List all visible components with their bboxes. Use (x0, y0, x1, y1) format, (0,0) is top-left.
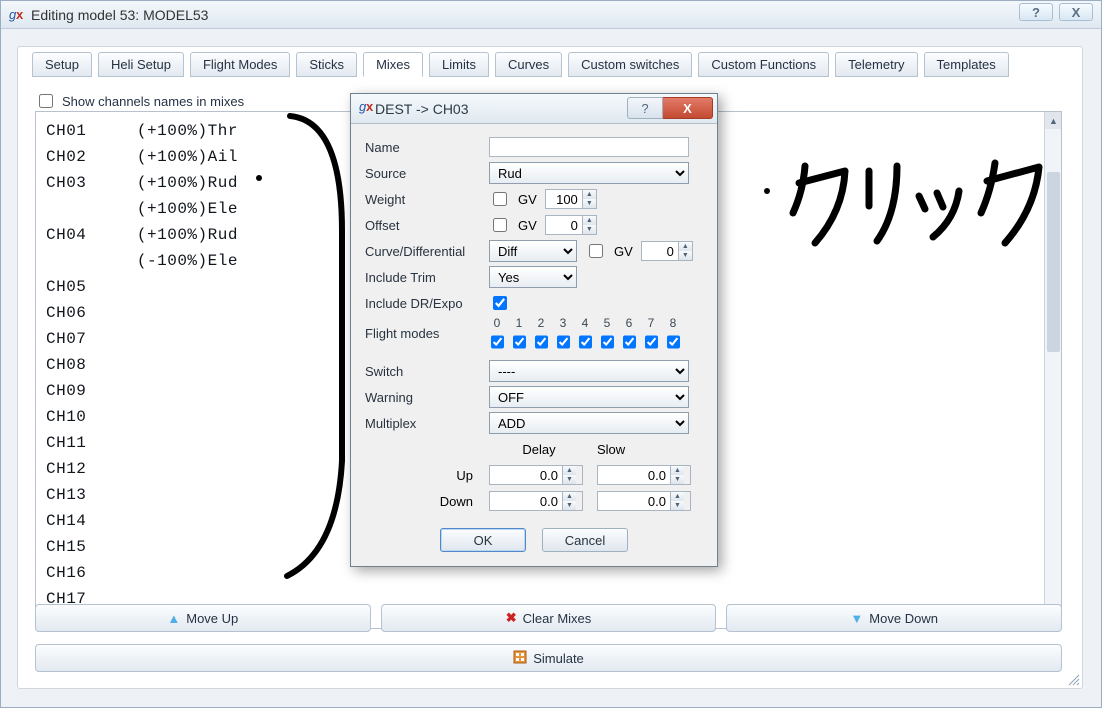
arrow-up-icon: ▲ (167, 611, 180, 626)
curve-type-select[interactable]: Diff (489, 240, 577, 262)
warning-label: Warning (365, 390, 481, 405)
flight-modes-label: Flight modes (365, 316, 481, 341)
dr-label: Include DR/Expo (365, 296, 481, 311)
offset-gv-checkbox[interactable] (493, 218, 507, 232)
tab-custom-switches[interactable]: Custom switches (568, 52, 692, 77)
cancel-button[interactable]: Cancel (542, 528, 628, 552)
slow-down-spinner[interactable]: ▲▼ (597, 491, 691, 511)
multiplex-label: Multiplex (365, 416, 481, 431)
fm-check-7[interactable] (643, 332, 659, 352)
simulate-button[interactable]: Simulate (35, 644, 1062, 672)
switch-label: Switch (365, 364, 481, 379)
flight-modes-group: 012345678 (489, 316, 681, 352)
offset-label: Offset (365, 218, 481, 233)
close-button[interactable]: X (1059, 3, 1093, 21)
source-label: Source (365, 166, 481, 181)
curve-gv-label: GV (614, 244, 633, 259)
fm-check-4[interactable] (577, 332, 593, 352)
scrollbar[interactable]: ▲ ▼ (1044, 112, 1061, 628)
scroll-thumb[interactable] (1047, 172, 1060, 352)
fm-check-1[interactable] (511, 332, 527, 352)
fm-label-0: 0 (489, 316, 505, 330)
switch-select[interactable]: ---- (489, 360, 689, 382)
name-field[interactable] (489, 137, 689, 157)
cross-icon: ✖ (506, 610, 517, 626)
move-down-button[interactable]: ▼ Move Down (726, 604, 1062, 632)
offset-spinner[interactable]: ▲▼ (545, 215, 597, 235)
down-label: Down (365, 494, 481, 509)
scroll-up-icon[interactable]: ▲ (1045, 112, 1062, 129)
show-channels-row[interactable]: Show channels names in mixes (35, 91, 244, 111)
fm-label-5: 5 (599, 316, 615, 330)
move-up-button[interactable]: ▲ Move Up (35, 604, 371, 632)
weight-gv-checkbox[interactable] (493, 192, 507, 206)
resize-grip[interactable] (1066, 672, 1080, 686)
help-button[interactable]: ? (1019, 3, 1053, 21)
slow-header: Slow (597, 442, 707, 457)
main-window: gx Editing model 53: MODEL53 ? X SetupHe… (0, 0, 1102, 708)
dialog-app-icon: gx (359, 99, 375, 118)
warning-select[interactable]: OFF (489, 386, 689, 408)
dest-dialog: gx DEST -> CH03 ? X Name Source Rud Weig… (350, 93, 718, 567)
tab-limits[interactable]: Limits (429, 52, 489, 77)
simulate-icon (513, 650, 527, 667)
tab-custom-functions[interactable]: Custom Functions (698, 52, 829, 77)
show-channels-checkbox[interactable] (39, 94, 53, 108)
name-label: Name (365, 140, 481, 155)
show-channels-label: Show channels names in mixes (62, 94, 244, 109)
fm-check-5[interactable] (599, 332, 615, 352)
ok-button[interactable]: OK (440, 528, 526, 552)
fm-label-6: 6 (621, 316, 637, 330)
curve-label: Curve/Differential (365, 244, 481, 259)
titlebar: gx Editing model 53: MODEL53 ? X (1, 1, 1101, 29)
delay-down-spinner[interactable]: ▲▼ (489, 491, 583, 511)
multiplex-select[interactable]: ADD (489, 412, 689, 434)
tab-flight-modes[interactable]: Flight Modes (190, 52, 290, 77)
curve-gv-checkbox[interactable] (589, 244, 603, 258)
tab-curves[interactable]: Curves (495, 52, 562, 77)
delay-header: Delay (489, 442, 589, 457)
tab-telemetry[interactable]: Telemetry (835, 52, 917, 77)
trim-select[interactable]: Yes (489, 266, 577, 288)
fm-check-8[interactable] (665, 332, 681, 352)
curve-spinner[interactable]: ▲▼ (641, 241, 693, 261)
fm-label-2: 2 (533, 316, 549, 330)
fm-check-6[interactable] (621, 332, 637, 352)
fm-label-1: 1 (511, 316, 527, 330)
source-select[interactable]: Rud (489, 162, 689, 184)
trim-label: Include Trim (365, 270, 481, 285)
fm-check-0[interactable] (489, 332, 505, 352)
weight-label: Weight (365, 192, 481, 207)
app-icon: gx (9, 7, 25, 23)
weight-spinner[interactable]: ▲▼ (545, 189, 597, 209)
svg-text:x: x (16, 7, 24, 22)
tab-bar: SetupHeli SetupFlight ModesSticksMixesLi… (32, 52, 1009, 77)
delay-up-spinner[interactable]: ▲▼ (489, 465, 583, 485)
clear-mixes-button[interactable]: ✖ Clear Mixes (381, 604, 717, 632)
tab-heli-setup[interactable]: Heli Setup (98, 52, 184, 77)
fm-label-4: 4 (577, 316, 593, 330)
fm-label-3: 3 (555, 316, 571, 330)
offset-gv-label: GV (518, 218, 537, 233)
dr-checkbox[interactable] (493, 296, 507, 310)
dialog-titlebar: gx DEST -> CH03 ? X (351, 94, 717, 124)
fm-check-2[interactable] (533, 332, 549, 352)
tab-templates[interactable]: Templates (924, 52, 1009, 77)
tab-sticks[interactable]: Sticks (296, 52, 357, 77)
fm-label-7: 7 (643, 316, 659, 330)
fm-label-8: 8 (665, 316, 681, 330)
dialog-close-button[interactable]: X (663, 97, 713, 119)
weight-gv-label: GV (518, 192, 537, 207)
window-title: Editing model 53: MODEL53 (31, 7, 208, 23)
svg-text:x: x (366, 99, 374, 114)
annotation-dot (256, 175, 262, 181)
fm-check-3[interactable] (555, 332, 571, 352)
up-label: Up (365, 468, 481, 483)
tab-mixes[interactable]: Mixes (363, 52, 423, 77)
tab-setup[interactable]: Setup (32, 52, 92, 77)
dialog-help-button[interactable]: ? (627, 97, 663, 119)
dialog-title: DEST -> CH03 (375, 101, 469, 117)
arrow-down-icon: ▼ (850, 611, 863, 626)
slow-up-spinner[interactable]: ▲▼ (597, 465, 691, 485)
